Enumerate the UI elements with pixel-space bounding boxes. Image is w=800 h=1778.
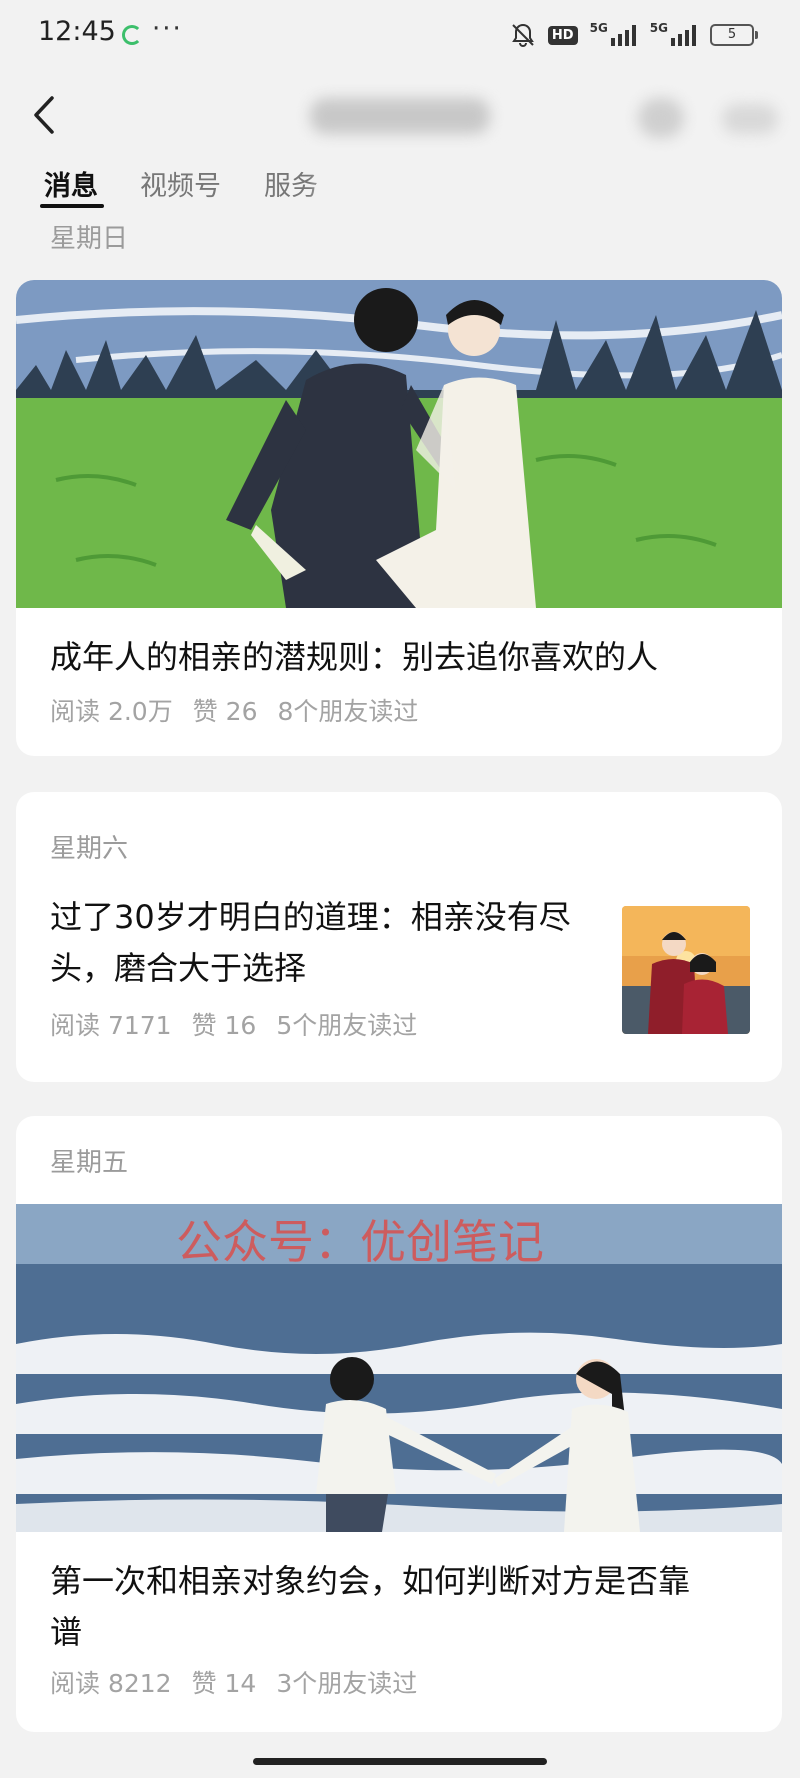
network-label-1: 5G: [589, 21, 608, 35]
watermark-text: 公众号：优创笔记: [176, 1215, 544, 1269]
tab-messages[interactable]: 消息: [44, 164, 98, 203]
friends-read: 5个朋友读过: [276, 1011, 418, 1040]
tab-bar: 消息 视频号 服务: [0, 160, 800, 214]
tab-channels[interactable]: 视频号: [140, 164, 221, 203]
like-count: 赞 26: [192, 697, 258, 726]
nav-bar: [0, 70, 800, 160]
article-title[interactable]: 过了30岁才明白的道理：相亲没有尽 头，磨合大于选择: [50, 892, 610, 994]
signal-icon: [610, 25, 636, 46]
tab-services[interactable]: 服务: [264, 164, 344, 203]
status-icons: HD 5G 5G 5: [510, 20, 758, 50]
article-title[interactable]: 成年人的相亲的潜规则：别去追你喜欢的人: [50, 632, 658, 683]
like-count: 赞 16: [191, 1011, 257, 1040]
mute-bell-icon: [512, 23, 534, 48]
article-cover-image[interactable]: [16, 280, 782, 608]
day-label: 星期日: [50, 224, 129, 254]
status-more-icon: ···: [152, 14, 183, 44]
article-card[interactable]: 星期五 公众号：优创笔记 第一次和相亲对象约会，如何判断对方是否靠 谱 阅读 8…: [16, 1116, 782, 1732]
read-count: 阅读 7171: [50, 1011, 172, 1040]
article-meta: 阅读 8212 赞 14 3个朋友读过: [50, 1664, 417, 1700]
status-bar: 12:45 ··· HD 5G 5G 5: [0, 0, 800, 70]
status-time: 12:45: [38, 16, 116, 47]
blurred-more-button[interactable]: [722, 104, 778, 134]
day-label: 星期五: [50, 1148, 129, 1178]
signal-icon-2: [671, 25, 696, 46]
sync-icon: [122, 25, 142, 45]
active-tab-indicator: [40, 204, 104, 208]
hd-icon: HD: [547, 25, 578, 45]
friends-read: 8个朋友读过: [277, 697, 419, 726]
article-title-line: 头，磨合大于选择: [50, 949, 307, 987]
friends-read: 3个朋友读过: [276, 1669, 418, 1698]
read-count: 阅读 8212: [50, 1669, 172, 1698]
blurred-action-icon[interactable]: [638, 98, 684, 138]
article-thumbnail[interactable]: [622, 906, 750, 1034]
back-arrow-icon[interactable]: [26, 90, 66, 140]
day-label: 星期六: [50, 834, 129, 864]
article-title-line: 过了30岁才明白的道理：相亲没有尽: [50, 898, 571, 936]
battery-icon: 5: [710, 24, 758, 46]
network-label-2: 5G: [649, 21, 668, 35]
article-meta: 阅读 7171 赞 16 5个朋友读过: [50, 1006, 417, 1042]
article-title-line: 第一次和相亲对象约会，如何判断对方是否靠: [50, 1562, 691, 1600]
like-count: 赞 14: [191, 1669, 257, 1698]
home-indicator[interactable]: [253, 1758, 547, 1765]
read-count: 阅读 2.0万: [50, 697, 173, 726]
article-title[interactable]: 第一次和相亲对象约会，如何判断对方是否靠 谱: [50, 1556, 770, 1658]
blurred-account-name: [310, 98, 490, 134]
article-card[interactable]: 成年人的相亲的潜规则：别去追你喜欢的人 阅读 2.0万 赞 26 8个朋友读过: [16, 280, 782, 756]
article-card[interactable]: 星期六 过了30岁才明白的道理：相亲没有尽 头，磨合大于选择 阅读 7171 赞…: [16, 792, 782, 1082]
article-meta: 阅读 2.0万 赞 26 8个朋友读过: [50, 692, 418, 728]
article-title-line: 谱: [50, 1613, 83, 1651]
